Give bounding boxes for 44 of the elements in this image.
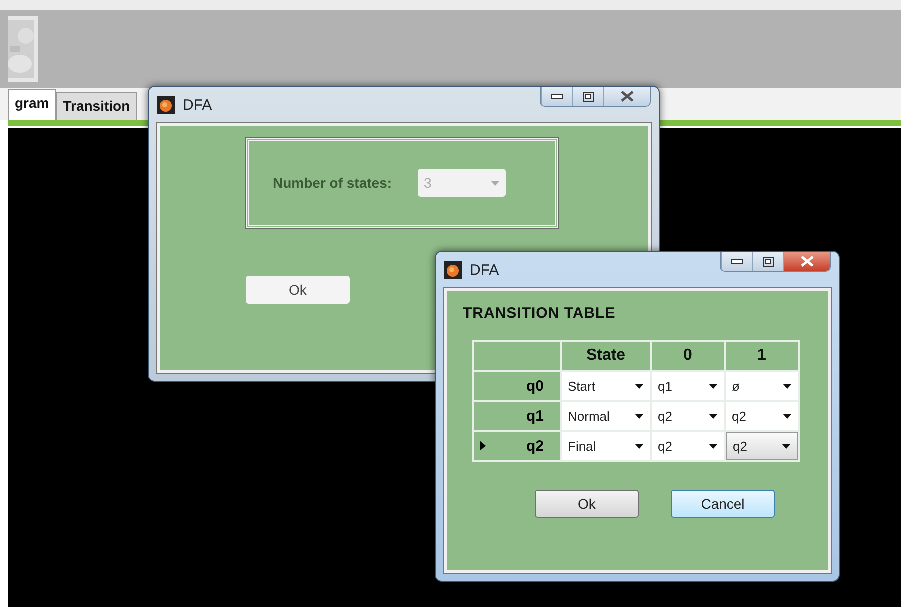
dialog-button[interactable]: Cancel <box>671 490 775 518</box>
caret-icon <box>709 444 718 448</box>
caret-icon <box>635 444 644 448</box>
minimize-icon <box>731 259 743 264</box>
cell-dropdown[interactable]: q2 <box>652 402 724 430</box>
tab[interactable]: gram <box>8 89 56 120</box>
caret-icon <box>635 414 644 418</box>
column-header: 0 <box>651 341 725 371</box>
maximize-button[interactable] <box>752 252 783 271</box>
ok-button[interactable]: Ok <box>535 490 639 518</box>
row-header[interactable]: q2 <box>473 431 561 461</box>
maximize-icon <box>582 92 594 102</box>
cell-dropdown[interactable]: Normal <box>562 402 650 430</box>
tab[interactable]: Transition <box>56 92 138 120</box>
row-header[interactable]: q0 <box>473 371 561 401</box>
row-header[interactable]: q1 <box>473 401 561 431</box>
column-header: 1 <box>725 341 799 371</box>
column-header: State <box>561 341 651 371</box>
cell-dropdown[interactable]: q2 <box>726 402 798 430</box>
close-icon <box>800 256 814 267</box>
cell-dropdown[interactable]: Start <box>562 372 650 400</box>
caret-icon <box>783 414 792 418</box>
close-icon <box>620 91 634 102</box>
cell-dropdown[interactable]: q2 <box>726 432 798 460</box>
caret-icon <box>491 180 500 186</box>
minimize-icon <box>551 94 563 99</box>
app-icon <box>444 261 462 279</box>
caret-icon <box>783 384 792 388</box>
app-icon <box>157 96 175 114</box>
minimize-button[interactable] <box>721 252 752 271</box>
table-heading: TRANSITION TABLE <box>463 305 617 322</box>
cell-dropdown[interactable]: q1 <box>652 372 724 400</box>
cell-dropdown[interactable]: ø <box>726 372 798 400</box>
close-button[interactable] <box>783 252 830 271</box>
caret-icon <box>782 444 791 448</box>
row-marker-icon <box>480 441 486 451</box>
window-title: DFA <box>470 262 500 278</box>
states-label: Number of states: <box>273 175 392 191</box>
cell-dropdown[interactable]: Final <box>562 432 650 460</box>
window-title: DFA <box>183 96 212 114</box>
maximize-icon <box>762 256 774 266</box>
cell-dropdown[interactable]: q2 <box>652 432 724 460</box>
caret-icon <box>709 414 718 418</box>
caret-icon <box>709 384 718 388</box>
